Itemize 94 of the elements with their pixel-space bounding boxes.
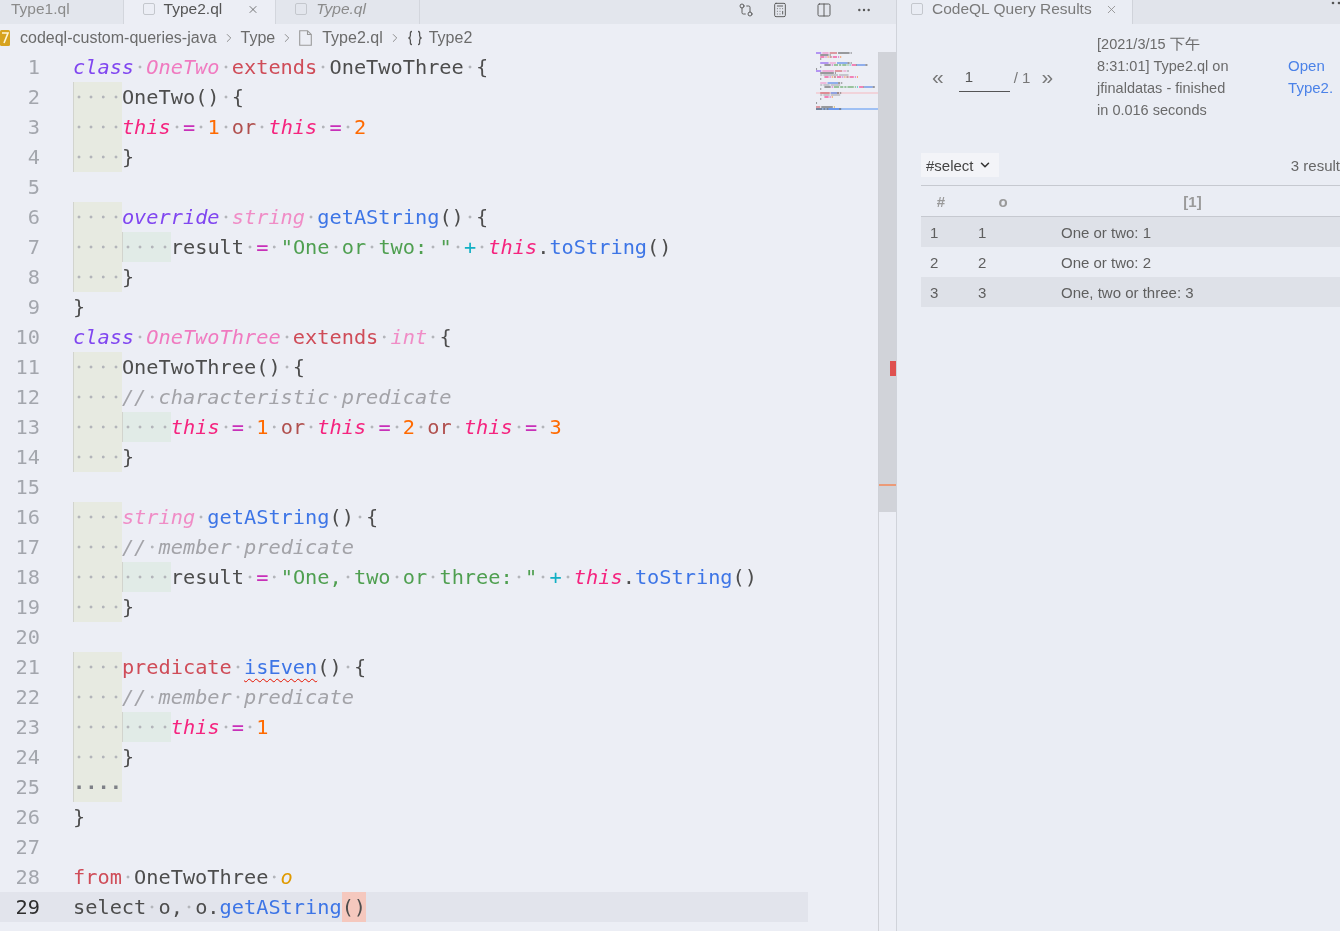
code-line: result = "One or two: " + this.toString() bbox=[73, 232, 672, 262]
line-number: 14 bbox=[15, 444, 40, 471]
line-number: 29 bbox=[15, 894, 40, 921]
line-number: 6 bbox=[27, 204, 40, 231]
minimap[interactable] bbox=[816, 52, 878, 110]
column-header[interactable]: o bbox=[998, 192, 1008, 210]
code-line: // characteristic predicate bbox=[73, 382, 452, 412]
error-marker-icon bbox=[890, 360, 896, 376]
code-line: string getAString() { bbox=[73, 502, 379, 532]
line-number: 24 bbox=[15, 744, 40, 771]
table-cell: 3 bbox=[978, 283, 987, 301]
editor-tab[interactable]: Type2.ql bbox=[123, 0, 277, 24]
result-set-select[interactable]: #select bbox=[921, 153, 999, 177]
code-line: class OneTwoThree extends int { bbox=[73, 324, 452, 351]
breadcrumb-item[interactable]: Type2.ql bbox=[299, 28, 383, 48]
line-number: 26 bbox=[15, 804, 40, 831]
table-cell: 2 bbox=[930, 253, 939, 271]
code-line: } bbox=[73, 262, 135, 292]
code-line: } bbox=[73, 742, 135, 772]
open-query-link[interactable]: Open Type2. bbox=[1288, 55, 1340, 99]
code-line: // member predicate bbox=[73, 532, 354, 562]
code-line: this = 1 or this = 2 or this = 3 bbox=[73, 412, 562, 442]
breadcrumb-item[interactable]: Type bbox=[240, 28, 276, 48]
line-number: 9 bbox=[27, 294, 40, 321]
line-number: 28 bbox=[15, 864, 40, 891]
line-number: 19 bbox=[15, 594, 40, 621]
code-line: select o, o.getAString() bbox=[73, 892, 367, 922]
code-line: from OneTwoThree o bbox=[73, 864, 293, 891]
line-number: 4 bbox=[27, 144, 40, 171]
line-number: 18 bbox=[15, 564, 40, 591]
line-number: 5 bbox=[27, 174, 40, 201]
table-cell: 2 bbox=[978, 253, 987, 271]
line-number: 1 bbox=[27, 54, 40, 81]
page-input[interactable]: 1 bbox=[958, 62, 1010, 92]
previous-page-button[interactable]: « bbox=[932, 65, 944, 89]
next-page-button[interactable]: » bbox=[1041, 65, 1054, 89]
code-line: } bbox=[73, 592, 135, 622]
logo-icon bbox=[0, 30, 10, 46]
line-number: 22 bbox=[15, 684, 40, 711]
code-line: OneTwoThree() { bbox=[73, 352, 306, 382]
line-number: 12 bbox=[15, 384, 40, 411]
file-icon bbox=[911, 3, 923, 15]
panel-tab[interactable]: CodeQL Query Results bbox=[897, 0, 1133, 24]
compare-icon[interactable] bbox=[738, 2, 754, 18]
code-line: } bbox=[73, 142, 135, 172]
result-count: 3 result bbox=[1290, 156, 1340, 174]
line-number: 2 bbox=[27, 84, 40, 111]
line-number: 13 bbox=[15, 414, 40, 441]
code-line: } bbox=[73, 804, 86, 831]
column-header[interactable]: # bbox=[936, 192, 946, 210]
line-number: 16 bbox=[15, 504, 40, 531]
line-number: 21 bbox=[15, 654, 40, 681]
line-number: 20 bbox=[15, 624, 40, 651]
code-line: this = 1 bbox=[73, 712, 269, 742]
breadcrumb-item[interactable]: Type2 bbox=[406, 28, 473, 48]
column-header[interactable]: [1] bbox=[1183, 192, 1202, 210]
file-icon bbox=[142, 3, 155, 15]
line-number: 17 bbox=[15, 534, 40, 561]
code-line: result = "One, two or three: " + this.toString() bbox=[73, 562, 757, 592]
file-icon bbox=[295, 3, 308, 15]
line-number: 8 bbox=[27, 264, 40, 291]
scrollbar-thumb[interactable] bbox=[879, 52, 896, 512]
breadcrumb-item[interactable]: codeql-custom-queries-java bbox=[0, 28, 217, 48]
table-cell: One, two or three: 3 bbox=[1061, 283, 1194, 301]
table-cell: One or two: 2 bbox=[1061, 253, 1152, 271]
table-cell: 1 bbox=[930, 223, 939, 241]
line-number: 25 bbox=[15, 774, 40, 801]
line-number: 7 bbox=[27, 234, 40, 261]
page-total: / 1 bbox=[1013, 68, 1031, 86]
table-row[interactable]: 1 1 One or two: 1 bbox=[921, 217, 1340, 247]
file-icon bbox=[299, 30, 313, 46]
table-row[interactable]: 3 3 One, two or three: 3 bbox=[921, 277, 1340, 307]
code-line: // member predicate bbox=[73, 682, 354, 712]
query-summary: [2021/3/15 下午 8:31:01] Type2.ql on jfinaldatas - finished in 0.016 seconds bbox=[1097, 35, 1230, 120]
braces-icon bbox=[406, 30, 423, 46]
line-number: 23 bbox=[15, 714, 40, 741]
code-line: OneTwo() { bbox=[73, 82, 244, 112]
line-number: 10 bbox=[15, 324, 40, 351]
split-editor-icon[interactable] bbox=[816, 2, 832, 18]
line-number: 27 bbox=[15, 834, 40, 861]
code-line: predicate isEven() { bbox=[73, 652, 367, 682]
line-number: 15 bbox=[15, 474, 40, 501]
calculator-icon[interactable] bbox=[772, 2, 788, 18]
table-cell: One or two: 1 bbox=[1061, 223, 1152, 241]
code-line: override string getAString() { bbox=[73, 202, 489, 232]
table-cell: 1 bbox=[978, 223, 987, 241]
code-line: this = 1 or this = 2 bbox=[73, 112, 367, 142]
code-line: class OneTwo extends OneTwoThree { bbox=[73, 54, 489, 81]
code-line: } bbox=[73, 442, 135, 472]
table-cell: 3 bbox=[930, 283, 939, 301]
cursor-marker-icon bbox=[879, 483, 896, 486]
line-number: 3 bbox=[27, 114, 40, 141]
line-number: 11 bbox=[15, 354, 40, 381]
code-line: } bbox=[73, 294, 86, 321]
